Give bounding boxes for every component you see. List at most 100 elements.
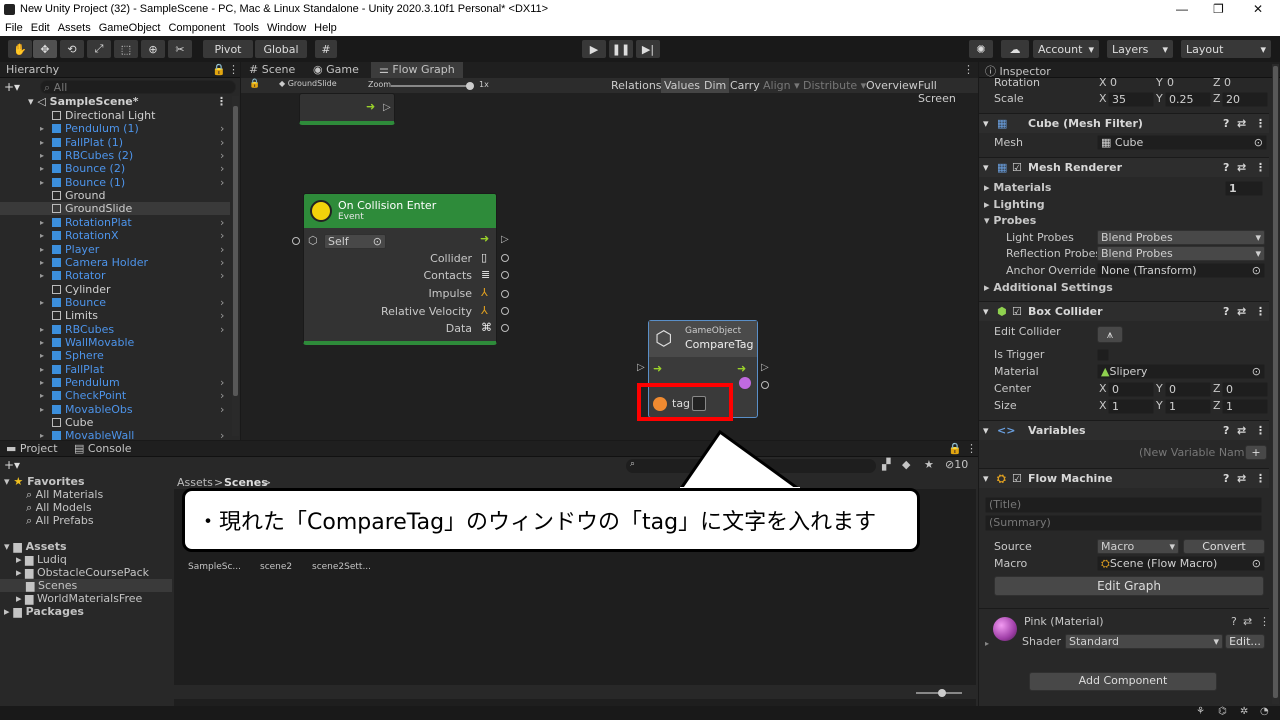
inspector-scroll-thumb[interactable]	[1273, 66, 1278, 698]
prefab-open-icon[interactable]: ›	[220, 269, 224, 282]
is-trigger-checkbox[interactable]	[1097, 349, 1109, 361]
folder-scenes[interactable]: ▆ Scenes	[0, 579, 172, 592]
convert-button[interactable]: Convert	[1183, 539, 1265, 554]
values-toggle[interactable]: Values	[661, 78, 703, 93]
folder-worldmaterials[interactable]: ▸ ▆ WorldMaterialsFree	[4, 592, 172, 605]
menu-tools[interactable]: Tools	[233, 22, 259, 34]
project-add-icon[interactable]: +▾	[4, 458, 20, 472]
expand-icon[interactable]: ▸	[40, 229, 44, 242]
hierarchy-item[interactable]: ▸ Camera Holder ›	[0, 256, 230, 269]
hierarchy-scroll-thumb[interactable]	[233, 106, 238, 396]
expand-icon[interactable]: ▸	[40, 162, 44, 175]
source-dropdown[interactable]: Macro ▾	[1097, 539, 1179, 554]
menu-assets[interactable]: Assets	[58, 22, 91, 34]
data-port[interactable]	[501, 324, 509, 332]
favorite-all-materials[interactable]: ⌕ All Materials	[4, 488, 172, 501]
preset-icon[interactable]: ⇄	[1237, 421, 1246, 441]
rotation-x[interactable]: 0	[1110, 75, 1117, 91]
prefab-open-icon[interactable]: ›	[220, 243, 224, 256]
filter-type-icon[interactable]: ▞	[882, 458, 890, 471]
layout-dropdown[interactable]: Layout ▾	[1181, 40, 1271, 58]
hierarchy-item[interactable]: ▸ MovableObs ›	[0, 403, 230, 416]
distribute-dropdown[interactable]: Distribute ▾	[803, 79, 866, 92]
help-icon[interactable]: ?	[1223, 302, 1229, 322]
more-icon[interactable]: ⋮	[228, 63, 239, 76]
compare-bool-port[interactable]	[761, 381, 769, 389]
icon-size-slider[interactable]	[916, 689, 962, 697]
folder-ludiq[interactable]: ▸ ▆ Ludiq	[4, 553, 172, 566]
new-variable-input[interactable]: (New Variable Name)	[1139, 445, 1256, 461]
scale-y[interactable]: 0.25	[1165, 92, 1211, 107]
mesh-renderer-enabled[interactable]: ☑	[1012, 158, 1022, 178]
preset-icon[interactable]: ⇄	[1237, 158, 1246, 178]
tab-console[interactable]: ▤ Console	[74, 442, 132, 455]
file-item[interactable]: scene2Sett...	[312, 562, 371, 572]
size-y[interactable]: 1	[1165, 399, 1211, 414]
center-x[interactable]: 0	[1108, 382, 1154, 397]
step-button[interactable]: ▶|	[636, 40, 660, 58]
close-icon[interactable]: ✕	[1253, 2, 1263, 16]
prefab-open-icon[interactable]: ›	[220, 309, 224, 322]
tab-project[interactable]: ▬ Project	[6, 442, 58, 455]
hidden-packages-icon[interactable]: ⊘10	[945, 458, 968, 471]
hierarchy-tab[interactable]: Hierarchy 🔒 ⋮	[0, 62, 240, 78]
expand-icon[interactable]: ▸	[40, 216, 44, 229]
play-button[interactable]: ▶	[582, 40, 606, 58]
size-x[interactable]: 1	[1108, 399, 1154, 414]
expand-icon[interactable]: ▸	[40, 296, 44, 309]
hierarchy-scrollbar[interactable]	[232, 96, 239, 436]
object-picker-icon[interactable]: ⊙	[1252, 557, 1261, 570]
hierarchy-item[interactable]: Cylinder	[0, 283, 230, 296]
size-z[interactable]: 1	[1222, 399, 1268, 414]
pause-button[interactable]: ❚❚	[609, 40, 633, 58]
expand-icon[interactable]: ▸	[40, 389, 44, 402]
favorite-icon[interactable]: ★	[924, 458, 934, 471]
box-collider-header[interactable]: ▾ ⬢ ☑ Box Collider ? ⇄ ⋮	[979, 301, 1269, 321]
flow-machine-header[interactable]: ▾ ⛭ ☑ Flow Machine ? ⇄ ⋮	[979, 468, 1269, 488]
favorite-all-prefabs[interactable]: ⌕ All Prefabs	[4, 514, 172, 527]
menu-icon[interactable]: ⋮	[1259, 615, 1270, 628]
menu-gameobject[interactable]: GameObject	[99, 22, 161, 34]
overview-button[interactable]: Overview	[866, 79, 918, 92]
scale-x[interactable]: 35	[1108, 92, 1154, 107]
relations-toggle[interactable]: Relations	[611, 79, 662, 92]
grid-snap-icon[interactable]: #	[315, 40, 337, 58]
prefab-open-icon[interactable]: ›	[220, 176, 224, 189]
tab-scene[interactable]: # Scene	[249, 63, 295, 76]
cloud-icon[interactable]: ☁	[1001, 40, 1029, 58]
mesh-filter-header[interactable]: ▾ ▦ Cube (Mesh Filter) ? ⇄ ⋮	[979, 113, 1269, 133]
hierarchy-search-input[interactable]: ⌕ All	[40, 80, 236, 94]
move-tool-icon[interactable]: ✥	[33, 40, 57, 58]
hierarchy-item[interactable]: ▸ CheckPoint ›	[0, 389, 230, 402]
self-input-port[interactable]	[292, 237, 300, 245]
partial-node[interactable]: ➜	[299, 93, 395, 125]
help-icon[interactable]: ?	[1231, 615, 1237, 628]
help-icon[interactable]: ?	[1223, 469, 1229, 489]
box-collider-enabled[interactable]: ☑	[1012, 302, 1022, 322]
lighting-row[interactable]: ▸ Lighting	[979, 197, 1269, 213]
hierarchy-item[interactable]: Limits ›	[0, 309, 230, 322]
prefab-open-icon[interactable]: ›	[220, 162, 224, 175]
flow-port-out-icon[interactable]: ▷	[383, 102, 391, 113]
dim-toggle[interactable]: Dim	[701, 78, 730, 93]
materials-row[interactable]: ▸ Materials 1	[979, 180, 1269, 196]
prefab-open-icon[interactable]: ›	[220, 216, 224, 229]
hand-tool-icon[interactable]: ✋	[8, 40, 32, 58]
add-variable-button[interactable]: +	[1245, 445, 1267, 460]
maximize-icon[interactable]: ❐	[1213, 2, 1224, 16]
scene-root[interactable]: ▾ ◁ SampleScene* ⋮	[28, 95, 258, 108]
graph-more-icon[interactable]: ⋮	[963, 63, 974, 76]
pivot-toggle[interactable]: Pivot	[203, 40, 253, 58]
packages-node[interactable]: ▸ ▆ Packages	[4, 605, 172, 618]
scale-z[interactable]: 20	[1222, 92, 1268, 107]
menu-window[interactable]: Window	[267, 22, 306, 34]
hierarchy-item[interactable]: ▸ RBCubes (2) ›	[0, 149, 230, 162]
hierarchy-item[interactable]: ▸ Bounce ›	[0, 296, 230, 309]
hierarchy-item[interactable]: ▸ Bounce (2) ›	[0, 162, 230, 175]
preset-icon[interactable]: ⇄	[1237, 114, 1246, 134]
trigger-output-port[interactable]: ▷	[501, 234, 509, 245]
probes-row[interactable]: ▾ Probes	[979, 213, 1269, 229]
add-component-button[interactable]: Add Component	[1029, 672, 1217, 691]
prefab-open-icon[interactable]: ›	[220, 122, 224, 135]
hierarchy-item[interactable]: ▸ Sphere	[0, 349, 230, 362]
